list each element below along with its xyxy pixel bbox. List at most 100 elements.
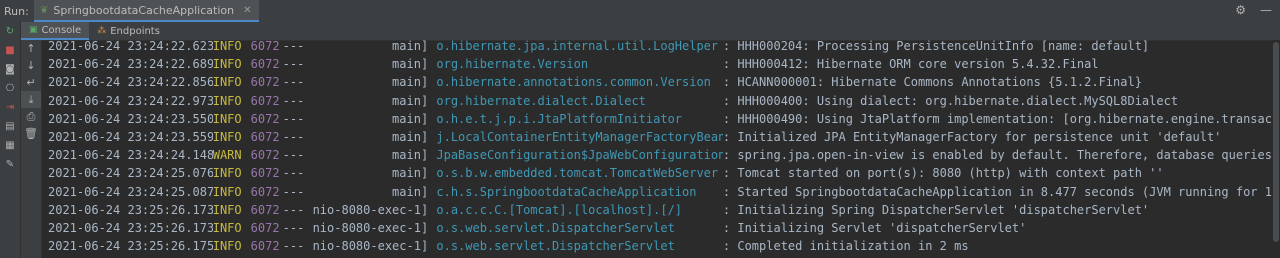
log-line: 2021-06-24 23:25:26.173INFO 6072--- [nio-… [42,201,1272,219]
trash-icon[interactable]: 🗑 [21,125,41,142]
log-separator: --- [ [282,184,313,199]
log-separator: --- [ [282,220,313,235]
log-logger[interactable]: JpaBaseConfiguration$JpaWebConfiguration [436,146,723,164]
down-arrow-icon[interactable]: ↓ [21,57,41,74]
log-logger[interactable]: o.hibernate.jpa.internal.util.LogHelper [436,37,723,55]
log-thread: nio-8080-exec-1] [312,202,429,217]
log-level: INFO [212,93,242,108]
log-message: : HHH000400: Using dialect: org.hibernat… [722,93,1179,108]
log-separator: --- [ [282,239,313,254]
run-toolbar: Run: ❦ SpringbootdataCacheApplication ✕ … [0,0,1280,23]
log-line: 2021-06-24 23:24:23.559INFO 6072--- [ mai… [42,128,1272,146]
scrollbar-thumb[interactable] [1273,42,1279,242]
log-separator: --- [ [282,166,313,181]
log-message: : Started SpringbootdataCacheApplication… [722,184,1272,199]
log-pid: 6072 [250,129,280,144]
close-icon[interactable]: ✕ [243,5,251,16]
log-level: INFO [212,202,242,217]
layout-icon[interactable]: ▤ [0,117,20,136]
rerun-icon[interactable]: ↻ [0,22,20,41]
print-icon[interactable]: ⎙ [21,108,41,125]
stop-icon[interactable]: ■ [0,41,20,60]
log-thread: main] [312,166,429,181]
log-line: 2021-06-24 23:25:26.173INFO 6072--- [nio-… [42,219,1272,237]
log-level: INFO [212,239,242,254]
soft-wrap-icon[interactable]: ↵ [21,74,41,91]
log-timestamp: 2021-06-24 23:24:25.087 [48,184,213,199]
log-line: 2021-06-24 23:24:25.087INFO 6072--- [ mai… [42,183,1272,201]
log-thread: main] [312,93,429,108]
log-line: 2021-06-24 23:24:24.148WARN 6072--- [ mai… [42,146,1272,164]
log-timestamp: 2021-06-24 23:24:23.550 [48,111,213,126]
log-line: 2021-06-24 23:25:26.175INFO 6072--- [nio-… [42,237,1272,255]
gear-icon[interactable]: ⚙ [1235,3,1246,17]
log-separator: --- [ [282,129,313,144]
log-thread: main] [312,39,429,53]
log-message: : spring.jpa.open-in-view is enabled by … [722,148,1272,163]
console-side-toolbar: ↑ ↓ ↵ ⤓ ⎙ 🗑 [21,40,42,258]
log-thread: nio-8080-exec-1] [312,220,429,235]
up-arrow-icon[interactable]: ↑ [21,40,41,57]
log-level: INFO [212,220,242,235]
console-output[interactable]: 2021-06-24 23:24:22.623INFO6072--- [ mai… [42,37,1272,258]
minimize-icon[interactable]: — [1260,3,1272,17]
log-timestamp: 2021-06-24 23:25:26.175 [48,239,213,254]
log-timestamp: 2021-06-24 23:24:22.856 [48,75,213,90]
log-thread: main] [312,111,429,126]
log-logger[interactable]: o.h.e.t.j.p.i.JtaPlatformInitiator [436,110,723,128]
log-logger[interactable]: org.hibernate.dialect.Dialect [436,92,723,110]
log-thread: main] [312,184,429,199]
log-timestamp: 2021-06-24 23:24:25.076 [48,166,213,181]
log-logger[interactable]: c.h.s.SpringbootdataCacheApplication [436,183,723,201]
log-timestamp: 2021-06-24 23:24:22.623 [48,39,213,53]
log-level: WARN [212,148,242,163]
log-logger[interactable]: o.s.b.w.embedded.tomcat.TomcatWebServer [436,164,723,182]
scrollbar[interactable] [1272,40,1280,258]
pin-icon[interactable]: ✎ [0,155,20,174]
log-separator: --- [ [282,75,313,90]
debug-icon[interactable]: ⎔ [0,79,20,98]
log-message: : Completed initialization in 2 ms [722,239,969,254]
log-message: : HCANN000001: Hibernate Commons Annotat… [722,75,1142,90]
log-pid: 6072 [250,202,280,217]
run-config-name: SpringbootdataCacheApplication [53,3,235,17]
log-line: 2021-06-24 23:24:22.856INFO 6072--- [ mai… [42,73,1272,91]
endpoints-icon: ⁂ [97,26,107,36]
log-pid: 6072 [250,39,280,53]
log-separator: --- [ [282,148,313,163]
log-timestamp: 2021-06-24 23:25:26.173 [48,220,213,235]
scroll-to-end-icon[interactable]: ⤓ [21,91,41,108]
log-pid: 6072 [250,75,280,90]
console-icon: ▣ [29,25,38,35]
log-line: 2021-06-24 23:24:22.689INFO 6072--- [ mai… [42,55,1272,73]
run-side-toolbar: ↻ ■ ◙ ⎔ ⇥ ▤ ▦ ✎ [0,22,21,258]
log-pid: 6072 [250,111,280,126]
tab-endpoints-label: Endpoints [110,25,160,37]
log-pid: 6072 [250,93,280,108]
log-timestamp: 2021-06-24 23:24:22.689 [48,57,213,72]
log-logger[interactable]: org.hibernate.Version [436,55,723,73]
restore-layout-icon[interactable]: ▦ [0,136,20,155]
log-thread: main] [312,148,429,163]
tab-console-label: Console [41,24,82,36]
camera-icon[interactable]: ◙ [0,60,20,79]
run-config-tab[interactable]: ❦ SpringbootdataCacheApplication ✕ [34,0,260,22]
log-timestamp: 2021-06-24 23:24:22.973 [48,93,213,108]
log-logger[interactable]: o.hibernate.annotations.common.Version [436,73,723,91]
log-logger[interactable]: o.a.c.c.C.[Tomcat].[localhost].[/] [436,201,723,219]
log-pid: 6072 [250,220,280,235]
log-logger[interactable]: o.s.web.servlet.DispatcherServlet [436,237,723,255]
log-thread: main] [312,57,429,72]
log-logger[interactable]: o.s.web.servlet.DispatcherServlet [436,219,723,237]
log-level: INFO [212,184,242,199]
log-message: : HHH000412: Hibernate ORM core version … [722,57,1099,72]
log-line: 2021-06-24 23:24:23.550INFO 6072--- [ mai… [42,110,1272,128]
log-thread: main] [312,129,429,144]
log-logger[interactable]: j.LocalContainerEntityManagerFactoryBean [436,128,723,146]
log-pid: 6072 [250,57,280,72]
exit-icon[interactable]: ⇥ [0,98,20,117]
log-level: INFO [212,39,242,53]
log-message: : HHH000490: Using JtaPlatform implement… [722,111,1272,126]
log-pid: 6072 [250,184,280,199]
log-timestamp: 2021-06-24 23:24:23.559 [48,129,213,144]
